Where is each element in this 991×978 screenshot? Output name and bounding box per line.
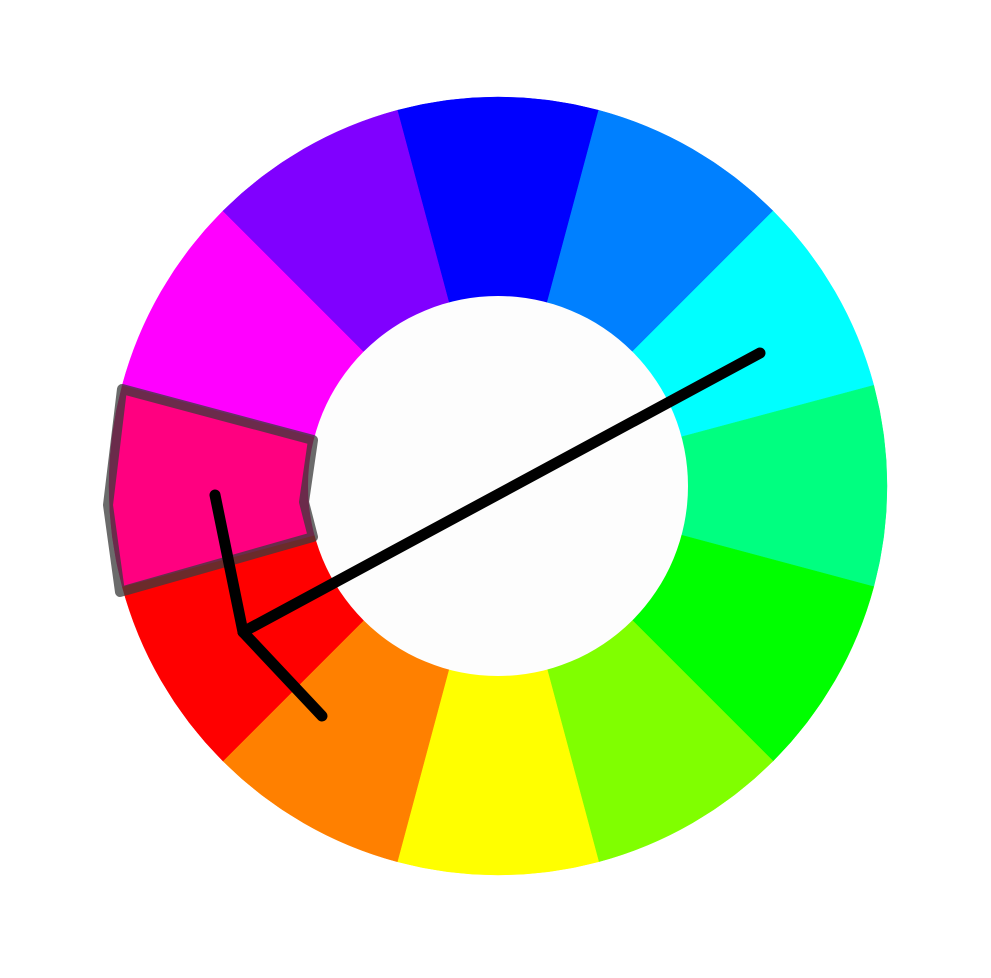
- wheel-center-hole: [308, 296, 688, 676]
- color-wheel: [103, 96, 888, 876]
